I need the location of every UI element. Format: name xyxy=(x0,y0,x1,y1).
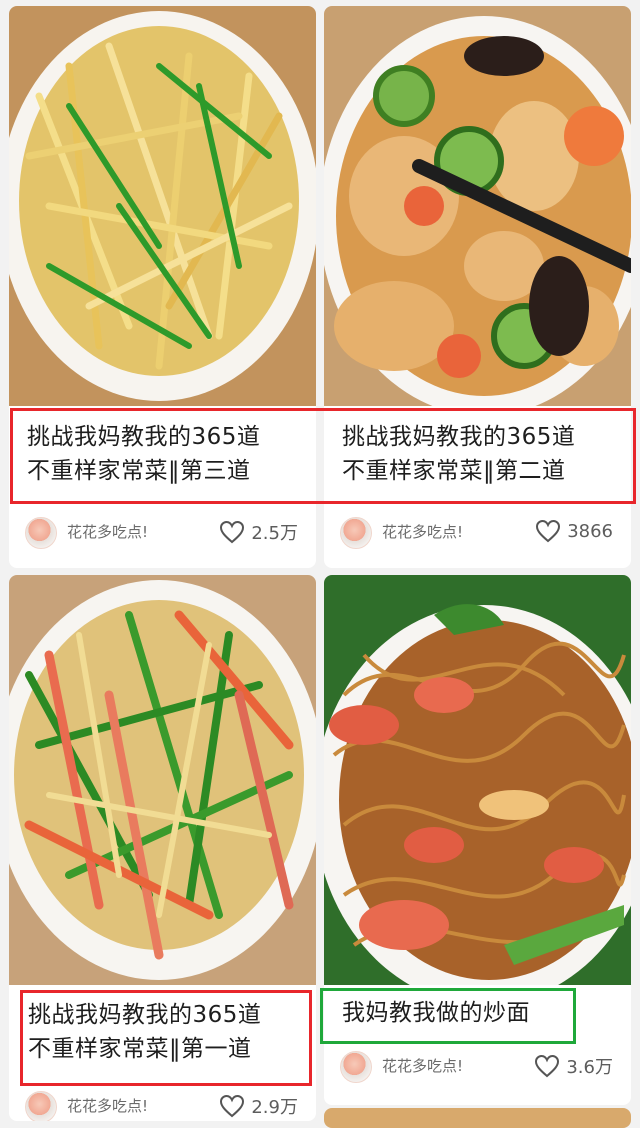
card-title[interactable]: 我妈教我做的炒面 xyxy=(342,996,572,1030)
card-title-line: 不重样家常菜‖第二道 xyxy=(342,458,566,484)
author-avatar[interactable] xyxy=(25,1091,57,1121)
like-count: 2.5万 xyxy=(251,523,298,544)
dish-thumbnail-fried-noodles[interactable] xyxy=(324,575,631,985)
like-count: 2.9万 xyxy=(251,1097,298,1118)
dish-thumbnail-potato-shreds[interactable] xyxy=(9,6,316,406)
heart-outline-icon xyxy=(220,1094,245,1118)
like-count: 3.6万 xyxy=(566,1057,613,1078)
author-name[interactable]: 花花多吃点! xyxy=(382,521,463,542)
author-avatar[interactable] xyxy=(25,517,57,549)
chicken-stirfry-image xyxy=(324,6,631,406)
author-avatar[interactable] xyxy=(340,1051,372,1083)
card-title[interactable]: 挑战我妈教我的365道 不重样家常菜‖第二道 xyxy=(342,420,632,488)
heart-outline-icon xyxy=(535,1054,560,1078)
author-name[interactable]: 花花多吃点! xyxy=(67,521,148,542)
card-title-line: 不重样家常菜‖第一道 xyxy=(28,1036,252,1062)
heart-outline-icon xyxy=(536,519,561,543)
card-meta-row: 花花多吃点! 2.5万 xyxy=(9,511,316,551)
like-button[interactable]: 3.6万 xyxy=(534,1053,613,1079)
dish-thumbnail-chicken-stirfry[interactable] xyxy=(324,6,631,406)
like-button[interactable]: 2.5万 xyxy=(219,519,298,545)
author-name[interactable]: 花花多吃点! xyxy=(67,1095,148,1116)
like-button[interactable]: 3866 xyxy=(535,519,613,543)
card-title-line: 不重样家常菜‖第三道 xyxy=(27,458,251,484)
potato-shreds-image xyxy=(9,6,316,406)
like-button[interactable]: 2.9万 xyxy=(219,1093,298,1119)
author-avatar[interactable] xyxy=(340,517,372,549)
card-title[interactable]: 挑战我妈教我的365道 不重样家常菜‖第三道 xyxy=(27,420,317,488)
author-name[interactable]: 花花多吃点! xyxy=(382,1055,463,1076)
card-meta-row: 花花多吃点! 3.6万 xyxy=(324,1045,631,1085)
card-title-line: 挑战我妈教我的365道 xyxy=(28,1002,262,1028)
card-title[interactable]: 挑战我妈教我的365道 不重样家常菜‖第一道 xyxy=(28,998,318,1066)
card-meta-row: 花花多吃点! 2.9万 xyxy=(9,1085,316,1121)
pepper-ham-image xyxy=(9,575,316,985)
like-count: 3866 xyxy=(567,520,613,542)
card-title-line: 我妈教我做的炒面 xyxy=(342,1000,530,1026)
fried-noodles-image xyxy=(324,575,631,985)
card-title-line: 挑战我妈教我的365道 xyxy=(27,424,261,450)
heart-outline-icon xyxy=(220,520,245,544)
card-title-line: 挑战我妈教我的365道 xyxy=(342,424,576,450)
dish-thumbnail-pepper-ham[interactable] xyxy=(9,575,316,985)
feed-card-next-peek[interactable] xyxy=(324,1108,631,1128)
card-meta-row: 花花多吃点! 3866 xyxy=(324,511,631,551)
